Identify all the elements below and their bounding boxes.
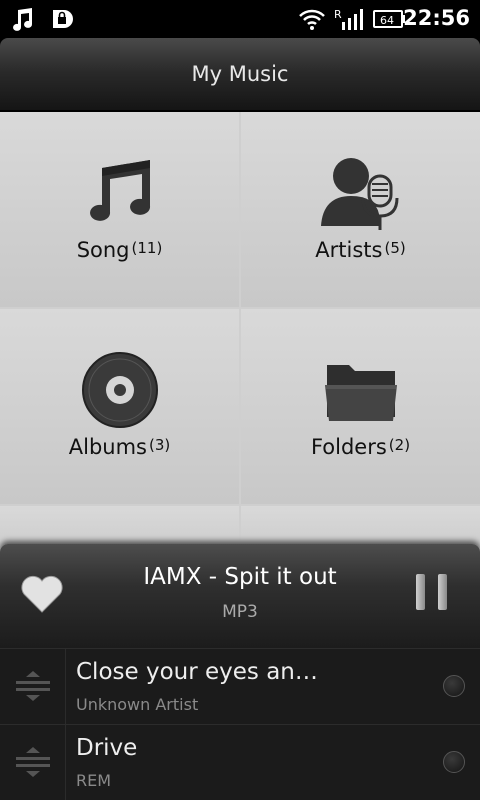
disc-icon	[81, 351, 159, 433]
drag-handle-icon[interactable]	[0, 725, 66, 800]
category-song[interactable]: Song (11)	[0, 112, 239, 307]
battery-level: 64	[380, 14, 394, 27]
now-playing-format: MP3	[222, 602, 258, 622]
category-label: Albums (3)	[0, 435, 239, 459]
pause-button[interactable]	[414, 574, 450, 612]
song-artist: REM	[76, 771, 112, 790]
category-count: (11)	[131, 239, 163, 257]
category-albums[interactable]: Albums (3)	[0, 309, 239, 504]
category-name: Artists	[315, 238, 383, 262]
list-item[interactable]: Drive REM	[0, 724, 480, 800]
list-item[interactable]: Close your eyes an… Unknown Artist	[0, 648, 480, 725]
category-label: Artists (5)	[241, 238, 480, 262]
category-count: (5)	[384, 239, 406, 257]
song-title: Drive	[76, 735, 138, 761]
category-count: (3)	[149, 436, 171, 454]
folder-icon	[323, 359, 399, 427]
battery-icon: 64	[372, 9, 406, 33]
artist-microphone-icon	[319, 154, 403, 236]
drag-handle-icon[interactable]	[0, 649, 66, 725]
lock-icon	[50, 6, 76, 36]
wifi-icon	[298, 6, 326, 36]
select-radio[interactable]	[443, 675, 465, 697]
category-count: (2)	[388, 436, 411, 454]
signal-icon: R	[334, 6, 364, 36]
svg-text:R: R	[334, 8, 342, 21]
category-name: Albums	[68, 435, 147, 459]
category-folders[interactable]: Folders (2)	[241, 309, 480, 504]
category-artists[interactable]: Artists (5)	[241, 112, 480, 307]
category-grid: Song (11) Artists (5) Albums (3) Folders (2)	[0, 112, 480, 566]
title-bar: My Music	[0, 38, 480, 112]
song-artist: Unknown Artist	[76, 695, 199, 714]
pause-icon	[416, 574, 425, 610]
now-playing-panel[interactable]: IAMX - Spit it out MP3	[0, 544, 480, 648]
category-name: Song	[76, 238, 130, 262]
queue-list: Close your eyes an… Unknown Artist Drive…	[0, 648, 480, 800]
select-radio[interactable]	[443, 751, 465, 773]
song-title: Close your eyes an…	[76, 659, 318, 685]
clock: 22:56	[403, 6, 470, 30]
page-title: My Music	[191, 62, 289, 86]
category-label: Song (11)	[0, 238, 239, 262]
status-bar: R 64 22:56	[0, 0, 480, 38]
music-note-icon	[10, 6, 36, 36]
now-playing-title: IAMX - Spit it out	[143, 564, 337, 590]
category-name: Folders	[310, 435, 387, 459]
music-note-icon	[84, 158, 156, 226]
heart-icon[interactable]	[20, 574, 64, 618]
category-label: Folders (2)	[241, 435, 480, 459]
